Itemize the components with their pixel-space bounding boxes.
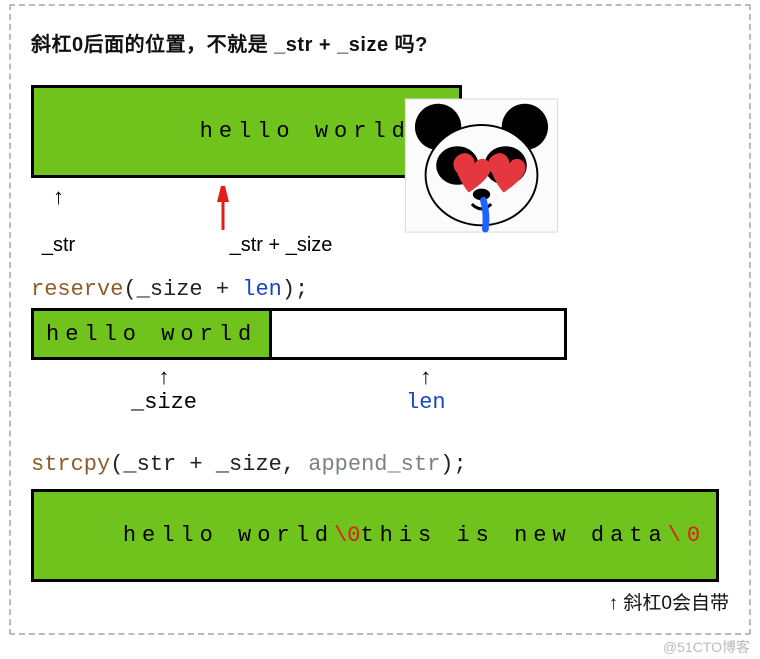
size-label: _size xyxy=(131,390,197,415)
heading-text: 斜杠0后面的位置，不就是 _str + _size 吗? xyxy=(31,28,729,57)
box-hello-null: hello world\0 xyxy=(31,85,462,178)
strcpy-tail: ); xyxy=(440,452,466,477)
str-label: _str xyxy=(31,234,86,257)
split-labels: ↑ _size ↑ len xyxy=(31,364,561,434)
strcpy-append: append_str xyxy=(308,452,440,477)
row1: hello world\0 ↑ xyxy=(31,85,729,257)
box1-text: hello world xyxy=(200,119,411,144)
footnote-text: ↑ 斜杠0会自带 xyxy=(31,588,729,615)
reserve-arg1: _size + xyxy=(137,277,243,302)
reserve-arg-len: len xyxy=(242,277,282,302)
strcpy-args1: (_str + _size, xyxy=(110,452,308,477)
box3-n2: \0 xyxy=(668,523,706,548)
reserve-tail: ); xyxy=(282,277,308,302)
box3-pre: hello world xyxy=(123,523,334,548)
red-arrow-icon xyxy=(211,186,235,232)
panda-image xyxy=(404,98,559,233)
diagram-page: 斜杠0后面的位置，不就是 _str + _size 吗? hello world… xyxy=(9,4,751,635)
strcpy-fn: strcpy xyxy=(31,452,110,477)
box3-n1: \0 xyxy=(334,523,360,548)
reserve-fn: reserve xyxy=(31,277,123,302)
box2-empty xyxy=(272,311,564,357)
str-arrow-icon: ↑ xyxy=(31,186,86,208)
box-after-reserve: hello world xyxy=(31,308,567,360)
len-arrow-icon: ↑ xyxy=(406,368,446,390)
box2-left-text: hello world xyxy=(34,311,272,357)
watermark-text: @51CTO博客 xyxy=(0,635,760,659)
reserve-code: reserve(_size + len); xyxy=(31,277,729,302)
str-size-label: _str + _size xyxy=(211,234,351,257)
len-label: len xyxy=(406,390,446,415)
box-after-strcpy: hello world\0this is new data\0 xyxy=(31,489,719,582)
box3-mid: this is new data xyxy=(360,523,667,548)
size-arrow-icon: ↑ xyxy=(131,368,197,390)
strcpy-code: strcpy(_str + _size, append_str); xyxy=(31,452,729,477)
